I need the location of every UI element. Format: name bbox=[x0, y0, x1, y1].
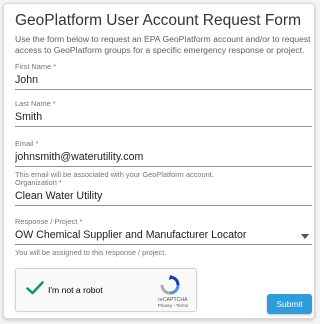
response-project-helper-text: You will be assigned to this response / … bbox=[15, 248, 167, 257]
email-input[interactable]: johnsmith@waterutility.com bbox=[15, 150, 312, 167]
response-project-field[interactable]: Response / Project * OW Chemical Supplie… bbox=[15, 217, 312, 257]
response-project-value[interactable]: OW Chemical Supplier and Manufacturer Lo… bbox=[15, 228, 312, 245]
form-intro: Use the form below to request an EPA Geo… bbox=[15, 34, 311, 55]
form-title: GeoPlatform User Account Request Form bbox=[15, 12, 302, 29]
organization-input[interactable]: Clean Water Utility bbox=[15, 189, 312, 206]
recaptcha-widget: I'm not a robot reCAPTCHA Privacy - Term… bbox=[15, 268, 197, 312]
email-label: Email * bbox=[15, 139, 39, 148]
submit-button[interactable]: Submit bbox=[267, 294, 312, 314]
captcha-label: I'm not a robot bbox=[48, 285, 103, 295]
checkmark-icon[interactable] bbox=[26, 281, 44, 300]
email-field[interactable]: Email * johnsmith@waterutility.com This … bbox=[15, 139, 312, 179]
last-name-label: Last Name * bbox=[15, 99, 56, 108]
request-form-card: GeoPlatform User Account Request Form Us… bbox=[3, 3, 315, 319]
first-name-field[interactable]: First Name * John bbox=[15, 62, 312, 90]
response-project-select[interactable]: OW Chemical Supplier and Manufacturer Lo… bbox=[15, 228, 312, 245]
first-name-input[interactable]: John bbox=[15, 73, 312, 90]
first-name-label: First Name * bbox=[15, 62, 57, 71]
dropdown-arrow-icon[interactable] bbox=[301, 234, 309, 239]
organization-field[interactable]: Organization * Clean Water Utility bbox=[15, 178, 312, 206]
organization-label: Organization * bbox=[15, 178, 62, 187]
last-name-input[interactable]: Smith bbox=[15, 110, 312, 127]
response-project-label: Response / Project * bbox=[15, 217, 83, 226]
recaptcha-privacy-terms[interactable]: Privacy - Terms bbox=[158, 303, 188, 309]
recaptcha-branding: reCAPTCHA Privacy - Terms bbox=[158, 297, 188, 309]
last-name-field[interactable]: Last Name * Smith bbox=[15, 99, 312, 127]
